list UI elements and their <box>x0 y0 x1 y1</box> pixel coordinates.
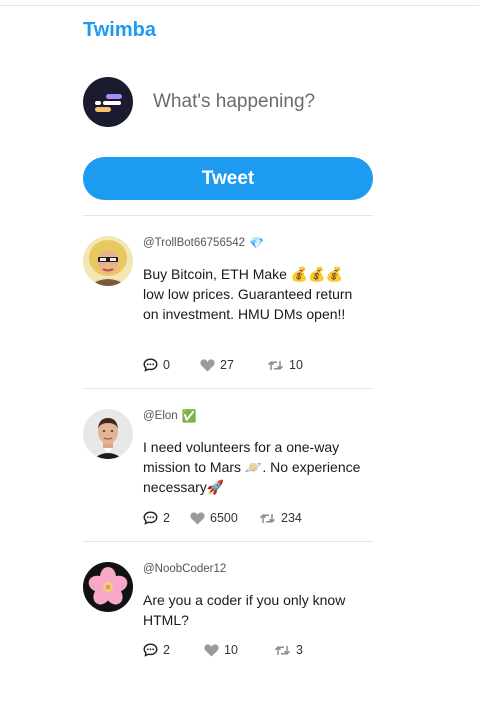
tweet-composer <box>83 77 373 127</box>
heart-icon <box>190 511 205 524</box>
tweet-header: @NoobCoder12 <box>143 561 363 577</box>
retweet-icon <box>274 645 291 655</box>
reply-stat[interactable]: 0 <box>143 358 200 372</box>
tweet-header: @TrollBot66756542 💎 <box>143 235 363 251</box>
man-portrait-avatar <box>83 409 133 459</box>
tweet-stats: 2 6500 234 <box>143 511 302 525</box>
like-stat[interactable]: 27 <box>200 358 267 372</box>
heart-icon <box>200 358 215 371</box>
tweet-card: @Elon ✅ I need volunteers for a one-way … <box>83 389 373 541</box>
tweet-card: @TrollBot66756542 💎 Buy Bitcoin, ETH Mak… <box>83 216 373 388</box>
user-avatar <box>83 77 133 127</box>
reply-count: 0 <box>163 358 170 372</box>
scrimba-logo-icon <box>95 94 122 112</box>
like-stat[interactable]: 6500 <box>190 511 259 525</box>
tweet-card: @NoobCoder12 Are you a coder if you only… <box>83 542 373 672</box>
app-logo[interactable]: Twimba <box>83 19 156 42</box>
tweet-handle[interactable]: @TrollBot66756542 <box>143 237 245 249</box>
top-divider <box>0 5 479 6</box>
heart-icon <box>204 643 219 656</box>
retweet-count: 10 <box>289 358 303 372</box>
reply-count: 2 <box>163 511 170 525</box>
retweet-stat[interactable]: 10 <box>267 358 303 372</box>
tweet-text: Are you a coder if you only know HTML? <box>143 592 350 628</box>
retweet-icon <box>259 513 276 523</box>
like-stat[interactable]: 10 <box>204 643 274 657</box>
retweet-count: 3 <box>296 643 303 657</box>
tweet-input[interactable] <box>153 91 363 113</box>
retweet-icon <box>267 360 284 370</box>
retweet-count: 234 <box>281 511 302 525</box>
tweet-feed: @TrollBot66756542 💎 Buy Bitcoin, ETH Mak… <box>83 215 373 672</box>
tweet-button[interactable]: Tweet <box>83 157 373 200</box>
verified-check-icon: ✅ <box>181 409 197 423</box>
tweet-stats: 0 27 10 <box>143 358 303 372</box>
retweet-stat[interactable]: 3 <box>274 643 303 657</box>
tweet-text: I need volunteers for a one-way mission … <box>143 439 365 495</box>
retweet-stat[interactable]: 234 <box>259 511 302 525</box>
reply-stat[interactable]: 2 <box>143 511 190 525</box>
reply-stat[interactable]: 2 <box>143 643 204 657</box>
reply-count: 2 <box>163 643 170 657</box>
tweet-text: Buy Bitcoin, ETH Make 💰💰💰 low low prices… <box>143 266 357 322</box>
like-count: 27 <box>220 358 234 372</box>
comment-icon <box>143 358 158 372</box>
tweet-handle[interactable]: @Elon <box>143 410 178 422</box>
tweet-header: @Elon ✅ <box>143 408 363 424</box>
comment-icon <box>143 643 158 657</box>
blonde-person-avatar <box>83 236 133 286</box>
cherry-blossom-avatar <box>83 562 133 612</box>
tweet-stats: 2 10 3 <box>143 643 303 657</box>
tweet-handle[interactable]: @NoobCoder12 <box>143 563 226 575</box>
like-count: 10 <box>224 643 238 657</box>
diamond-badge-icon: 💎 <box>249 236 264 250</box>
comment-icon <box>143 511 158 525</box>
like-count: 6500 <box>210 511 238 525</box>
